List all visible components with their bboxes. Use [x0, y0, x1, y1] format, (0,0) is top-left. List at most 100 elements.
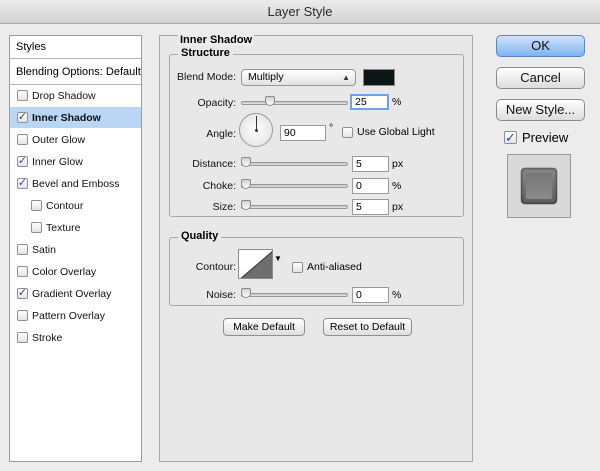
shadow-color-swatch[interactable] — [363, 69, 395, 86]
new-style-button[interactable]: New Style... — [496, 99, 585, 121]
style-item-label: Gradient Overlay — [32, 287, 112, 300]
use-global-light-checkbox[interactable]: Use Global Light — [342, 126, 435, 138]
quality-title: Quality — [178, 230, 222, 242]
make-default-button[interactable]: Make Default — [223, 318, 305, 336]
size-slider-thumb[interactable] — [241, 200, 251, 210]
styles-panel: Styles Blending Options: Default Drop Sh… — [9, 35, 142, 462]
opacity-label: Opacity: — [197, 97, 236, 109]
distance-unit: px — [392, 158, 404, 170]
effect-options-panel: Inner Shadow Structure Blend Mode: Multi… — [159, 34, 473, 462]
style-item-label: Satin — [32, 243, 56, 256]
opacity-unit: % — [392, 96, 402, 108]
angle-dial-icon[interactable] — [239, 113, 273, 147]
structure-group: Structure Blend Mode: Multiply ▲ Opacity… — [169, 47, 464, 217]
ok-button[interactable]: OK — [496, 35, 585, 57]
style-checkbox[interactable] — [31, 222, 42, 233]
style-item-inner-glow[interactable]: ✓ Inner Glow — [10, 151, 141, 173]
style-item-inner-shadow[interactable]: ✓ Inner Shadow — [10, 107, 141, 129]
opacity-field[interactable]: 25 — [350, 94, 389, 110]
style-preview-thumbnail — [507, 154, 571, 218]
choke-slider-thumb[interactable] — [241, 179, 251, 189]
anti-aliased-checkbox[interactable]: Anti-aliased — [292, 261, 362, 273]
preview-label: Preview — [522, 130, 569, 145]
size-field[interactable]: 5 — [352, 199, 389, 215]
style-checkbox[interactable]: ✓ — [17, 288, 28, 299]
style-checkbox[interactable]: ✓ — [17, 156, 28, 167]
cancel-button[interactable]: Cancel — [496, 67, 585, 89]
anti-aliased-box[interactable] — [292, 261, 303, 273]
style-item-label: Drop Shadow — [32, 89, 96, 102]
size-unit: px — [392, 201, 404, 213]
section-title: Inner Shadow — [178, 34, 255, 46]
style-item-label: Stroke — [32, 331, 63, 344]
blend-mode-value: Multiply — [248, 71, 284, 83]
style-item-gradient-overlay[interactable]: ✓ Gradient Overlay — [10, 283, 141, 305]
preview-checkbox[interactable]: ✓ Preview — [504, 130, 568, 145]
style-item-contour[interactable]: Contour — [10, 195, 141, 217]
style-checkbox[interactable] — [17, 90, 28, 101]
style-item-stroke[interactable]: Stroke — [10, 327, 141, 349]
style-item-bevel-and-emboss[interactable]: ✓ Bevel and Emboss — [10, 173, 141, 195]
style-item-label: Pattern Overlay — [32, 309, 105, 322]
choke-field[interactable]: 0 — [352, 178, 389, 194]
contour-curve-icon — [240, 251, 272, 278]
noise-field[interactable]: 0 — [352, 287, 389, 303]
distance-slider[interactable] — [241, 162, 348, 166]
style-item-texture[interactable]: Texture — [10, 217, 141, 239]
opacity-slider[interactable] — [241, 101, 348, 105]
contour-picker[interactable] — [238, 249, 273, 279]
blend-mode-label: Blend Mode: — [177, 71, 236, 83]
choke-slider[interactable] — [241, 184, 348, 188]
size-label: Size: — [212, 201, 236, 213]
style-checkbox[interactable] — [17, 310, 28, 321]
blend-mode-select[interactable]: Multiply ▲ — [241, 69, 356, 86]
choke-unit: % — [392, 180, 402, 192]
style-checkbox[interactable] — [17, 332, 28, 343]
anti-aliased-label: Anti-aliased — [307, 261, 362, 273]
style-checkbox[interactable]: ✓ — [17, 178, 28, 189]
style-checkbox[interactable] — [17, 134, 28, 145]
style-item-satin[interactable]: Satin — [10, 239, 141, 261]
style-item-color-overlay[interactable]: Color Overlay — [10, 261, 141, 283]
style-item-label: Inner Glow — [32, 155, 83, 168]
style-item-label: Texture — [46, 221, 81, 234]
style-checkbox[interactable]: ✓ — [17, 112, 28, 123]
style-item-label: Outer Glow — [32, 133, 86, 146]
angle-field[interactable]: 90 — [280, 125, 326, 141]
style-item-pattern-overlay[interactable]: Pattern Overlay — [10, 305, 141, 327]
style-item-label: Contour — [46, 199, 84, 212]
use-global-light-box[interactable] — [342, 126, 353, 138]
size-slider[interactable] — [241, 205, 348, 209]
angle-unit: ° — [329, 122, 334, 134]
noise-slider[interactable] — [241, 293, 348, 297]
style-checkbox[interactable] — [17, 244, 28, 255]
noise-unit: % — [392, 289, 402, 301]
select-arrows-icon: ▲ — [342, 73, 350, 82]
preview-box[interactable]: ✓ — [504, 131, 517, 144]
layer-style-dialog: Layer Style Styles Blending Options: Def… — [0, 0, 600, 471]
angle-dial-center — [255, 129, 258, 132]
distance-slider-thumb[interactable] — [241, 157, 251, 167]
style-item-label: Color Overlay — [32, 265, 97, 278]
contour-label: Contour: — [195, 261, 236, 273]
style-checkbox[interactable] — [17, 266, 28, 277]
window-title: Layer Style — [0, 0, 600, 24]
style-item-outer-glow[interactable]: Outer Glow — [10, 129, 141, 151]
distance-label: Distance: — [192, 158, 236, 170]
styles-header[interactable]: Styles — [10, 36, 141, 59]
reset-to-default-button[interactable]: Reset to Default — [323, 318, 412, 336]
noise-slider-thumb[interactable] — [241, 288, 251, 298]
blending-options-item[interactable]: Blending Options: Default — [10, 59, 141, 85]
choke-label: Choke: — [202, 180, 236, 192]
style-item-drop-shadow[interactable]: Drop Shadow — [10, 85, 141, 107]
preview-tile — [521, 168, 557, 204]
effects-list: Drop Shadow ✓ Inner Shadow Outer Glow ✓ Inner… — [10, 85, 141, 349]
style-checkbox[interactable] — [31, 200, 42, 211]
angle-label: Angle: — [206, 128, 236, 140]
style-item-label: Inner Shadow — [32, 111, 101, 124]
contour-dropdown-icon[interactable]: ▼ — [274, 254, 282, 263]
structure-title: Structure — [178, 47, 233, 59]
style-item-label: Bevel and Emboss — [32, 177, 120, 190]
use-global-light-label: Use Global Light — [357, 126, 435, 138]
distance-field[interactable]: 5 — [352, 156, 389, 172]
